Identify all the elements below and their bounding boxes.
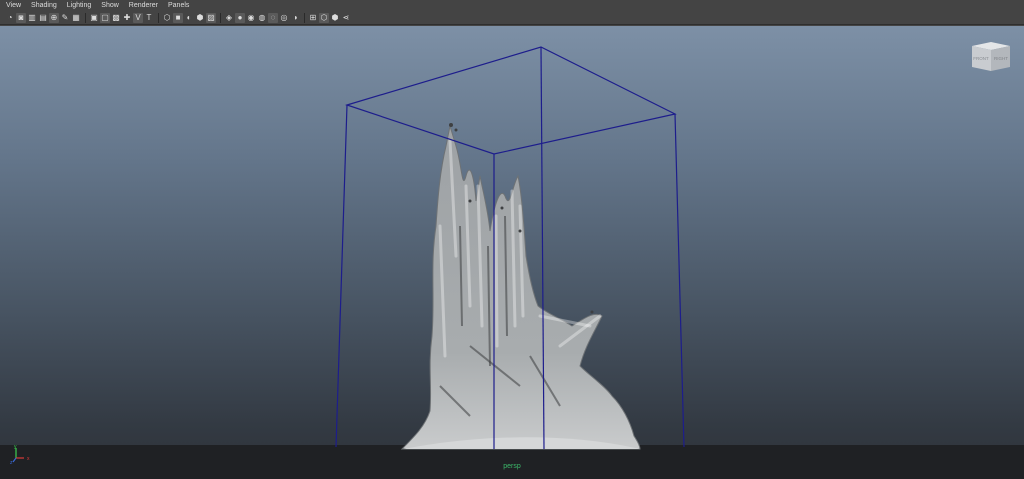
menu-lighting[interactable]: Lighting (62, 0, 97, 11)
image-plane-icon[interactable]: ▤ (38, 13, 48, 23)
select-camera-icon[interactable]: ◔ (5, 13, 15, 23)
menu-shading[interactable]: Shading (26, 0, 62, 11)
smooth-shade-icon[interactable]: ■ (173, 12, 183, 23)
use-all-lights-icon[interactable]: ● (235, 12, 245, 23)
multisample-aa-icon[interactable]: ◎ (279, 13, 289, 23)
screen-space-ao-icon[interactable]: ◍ (257, 13, 267, 23)
film-gate-icon[interactable]: ▣ (89, 13, 99, 23)
menu-view[interactable]: View (0, 0, 26, 11)
grid-icon[interactable]: ▦ (71, 13, 81, 23)
axis-gizmo: x y z (10, 444, 30, 464)
scene-canvas (335, 46, 685, 450)
resolution-gate-icon[interactable]: ▢ (100, 12, 110, 23)
panel-menu-bar: View Shading Lighting Show Renderer Pane… (0, 0, 1024, 11)
viewcube-right-label: RIGHT (994, 56, 1008, 61)
svg-text:x: x (27, 456, 30, 462)
toolbar-separator (85, 12, 86, 23)
menu-panels[interactable]: Panels (163, 0, 194, 11)
xray-active-components-icon[interactable]: ⬢ (330, 13, 340, 23)
panel-toolbar: ◔ ◙ ▥ ▤ ⊕ ✎ ▦ ▣ ▢ ▩ ✚ V T ⬡ ■ ◐ ⬢ ▨ ◈ ● ◉ ◍ ◌ ◎ ◑ ⊞ ⬡ ⬢ ⋖ (0, 11, 1024, 25)
2d-pan-zoom-icon[interactable]: ⊕ (49, 12, 59, 23)
gate-mask-icon[interactable]: ▩ (111, 13, 121, 23)
depth-of-field-icon[interactable]: ◑ (290, 13, 300, 23)
isolate-select-icon[interactable]: ⊞ (308, 13, 318, 23)
maya-viewport-panel: View Shading Lighting Show Renderer Pane… (0, 0, 1024, 479)
wireframe-icon[interactable]: ⬡ (162, 13, 172, 23)
toolbar-separator (158, 12, 159, 23)
xray-joints-icon[interactable]: ⬡ (319, 12, 329, 23)
3d-viewport[interactable]: FRONT RIGHT x y z persp (0, 26, 1024, 479)
toolbar-separator (304, 12, 305, 23)
menu-show[interactable]: Show (96, 0, 124, 11)
wireframe-on-shaded-icon[interactable]: ⬢ (195, 13, 205, 23)
safe-title-icon[interactable]: T (144, 13, 154, 23)
xray-icon[interactable]: ▨ (206, 12, 216, 23)
motion-blur-icon[interactable]: ◌ (268, 12, 278, 23)
default-material-icon[interactable]: ◐ (184, 13, 194, 23)
z-axis-icon (12, 457, 17, 463)
view-cube[interactable]: FRONT RIGHT (970, 38, 1012, 72)
grease-pencil-icon[interactable]: ✎ (60, 13, 70, 23)
camera-name-label: persp (503, 463, 521, 470)
camera-attributes-icon[interactable]: ◙ (16, 12, 26, 23)
menu-renderer[interactable]: Renderer (124, 0, 163, 11)
viewcube-front-label: FRONT (973, 56, 989, 61)
shadows-icon[interactable]: ◉ (246, 13, 256, 23)
node-editor-icon[interactable]: ⋖ (341, 13, 351, 23)
fluid-splash[interactable] (400, 123, 641, 450)
field-chart-icon[interactable]: ✚ (122, 13, 132, 23)
textured-icon[interactable]: ◈ (224, 13, 234, 23)
safe-action-icon[interactable]: V (133, 12, 143, 23)
toolbar-separator (220, 12, 221, 23)
bookmarks-icon[interactable]: ▥ (27, 13, 37, 23)
